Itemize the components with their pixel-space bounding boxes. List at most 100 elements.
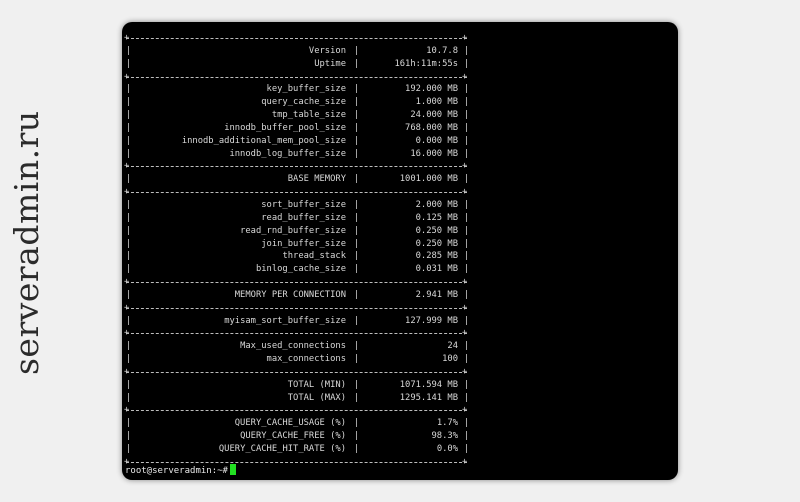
column-border: | [464,97,470,108]
row-value: 1001.000 MB [399,174,458,185]
column-border: | [354,148,360,159]
column-border: | [354,97,360,108]
column-border: | [464,418,470,429]
column-border: | [354,315,360,326]
row-value: 16.000 MB [410,148,458,159]
column-border: | [126,444,132,454]
column-border: | [354,264,360,275]
column-border: | [354,289,360,300]
column-border: | [464,251,470,262]
column-border: | [126,199,132,210]
column-border: | [354,225,360,236]
row-label: sort_buffer_size [261,199,346,210]
row-value: 0.0% [436,444,458,454]
prompt-text: root@serveradmin:~# [125,466,228,476]
column-border: | [464,84,470,95]
column-border: | [354,431,360,442]
column-border: | [126,289,132,300]
column-border: | [126,212,132,223]
row-value: 0.285 MB [415,251,458,262]
column-border: | [354,341,360,352]
shell-prompt[interactable]: root@serveradmin:~# [125,464,236,477]
row-label: thread_stack [282,251,346,262]
column-border: | [354,122,360,133]
column-border: | [126,122,132,133]
column-border: | [464,122,470,133]
row-label: TOTAL (MAX) [287,392,346,403]
column-border: | [464,264,470,275]
column-border: | [126,392,132,403]
row-label: QUERY_CACHE_USAGE (%) [234,418,346,429]
column-border: | [464,212,470,223]
row-label: binlog_cache_size [255,264,346,275]
column-border: | [464,225,470,236]
column-border: | [126,84,132,95]
column-border: | [464,45,470,56]
column-border: | [354,238,360,249]
row-value: 2.000 MB [415,199,458,210]
row-value: 1.000 MB [415,97,458,108]
column-border: | [126,174,132,185]
column-border: | [126,354,132,365]
column-border: | [464,135,470,146]
column-border: | [354,392,360,403]
row-label: QUERY_CACHE_FREE (%) [240,431,346,442]
column-border: | [464,174,470,185]
site-watermark: serveradmin.ru [7,110,46,375]
column-border: | [464,289,470,300]
row-value: 0.000 MB [415,135,458,146]
row-label: myisam_sort_buffer_size [224,315,346,326]
row-label: tmp_table_size [271,110,346,121]
row-label: innodb_additional_mem_pool_size [181,135,346,146]
column-border: | [126,110,132,121]
column-border: | [354,45,360,56]
column-border: | [126,315,132,326]
column-border: | [354,84,360,95]
row-label: key_buffer_size [266,84,346,95]
row-value: 768.000 MB [405,122,458,133]
column-border: | [354,212,360,223]
column-border: | [354,354,360,365]
row-label: innodb_log_buffer_size [229,148,346,159]
row-value: 1071.594 MB [399,379,458,390]
column-border: | [464,148,470,159]
row-value: 0.031 MB [415,264,458,275]
row-value: 192.000 MB [405,84,458,95]
column-border: | [354,418,360,429]
column-border: | [464,354,470,365]
row-value: 2.941 MB [415,289,458,300]
row-label: TOTAL (MIN) [287,379,346,390]
row-label: BASE MEMORY [287,174,346,185]
column-border: | [126,418,132,429]
column-border: | [126,431,132,442]
column-border: | [126,148,132,159]
terminal-window[interactable]: + + | Version | 10.7.8 | | Uptime | 161h:11m:55s | +… [122,22,678,480]
column-border: | [126,379,132,390]
column-border: | [126,58,132,69]
column-border: | [126,238,132,249]
column-border: | [464,58,470,69]
text-cursor [229,464,236,475]
row-value: 24.000 MB [410,110,458,121]
column-border: | [464,315,470,326]
row-value: 0.250 MB [415,225,458,236]
row-label: innodb_buffer_pool_size [224,122,346,133]
row-label: Uptime [314,58,346,69]
row-value: 98.3% [431,431,458,442]
row-label: QUERY_CACHE_HIT_RATE (%) [218,444,346,454]
row-label: MEMORY PER CONNECTION [234,289,346,300]
column-border: | [464,444,470,454]
row-label: query_cache_size [261,97,346,108]
row-value: 1.7% [436,418,458,429]
column-border: | [354,199,360,210]
column-border: | [464,110,470,121]
row-value: 100 [442,354,458,365]
row-value: 127.999 MB [405,315,458,326]
row-value: 0.250 MB [415,238,458,249]
column-border: | [464,379,470,390]
row-label: read_rnd_buffer_size [240,225,346,236]
column-border: | [354,379,360,390]
column-border: | [354,251,360,262]
column-border: | [126,251,132,262]
row-label: read_buffer_size [261,212,346,223]
